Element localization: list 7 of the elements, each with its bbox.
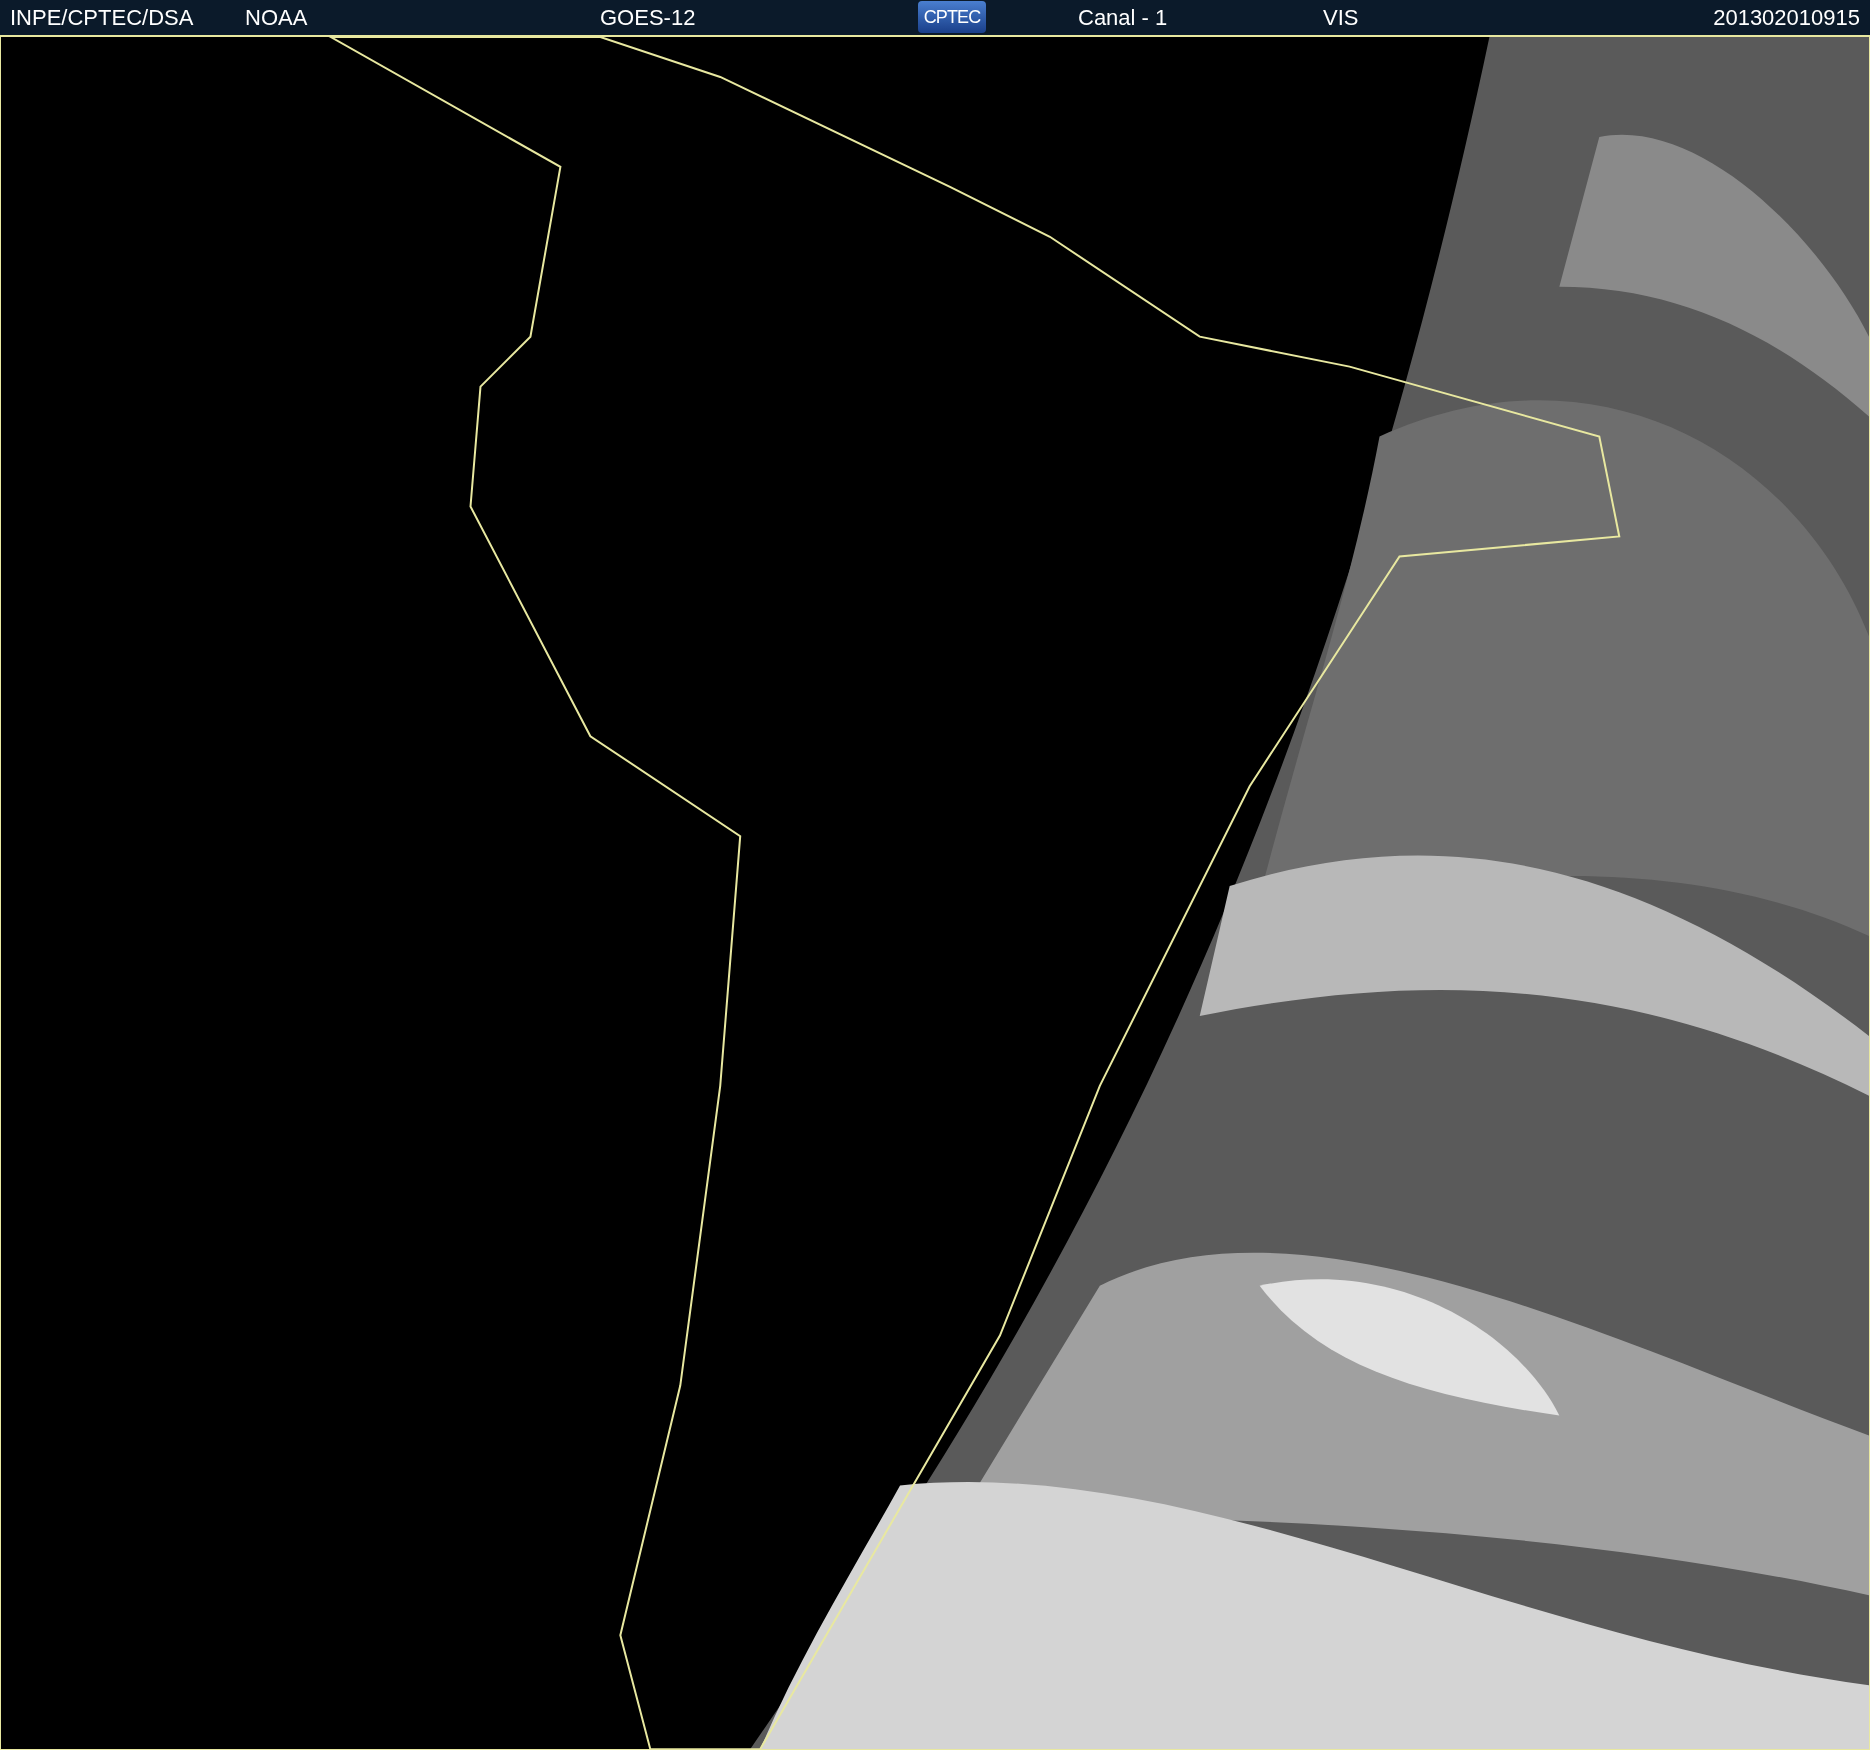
channel-label: Canal - 1: [1078, 3, 1169, 32]
source-label: NOAA: [245, 3, 309, 32]
satellite-label: GOES-12: [600, 3, 697, 32]
band-label: VIS: [1323, 3, 1359, 32]
agency-label: INPE/CPTEC/DSA: [10, 3, 195, 32]
logo: CPTEC: [918, 1, 986, 34]
timestamp-label: 201302010915: [1713, 3, 1860, 32]
